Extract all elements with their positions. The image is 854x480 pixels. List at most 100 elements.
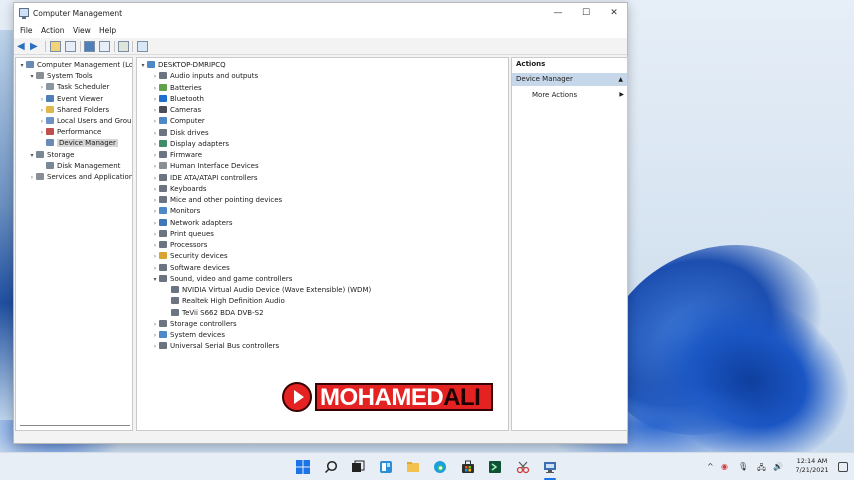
tree-item[interactable]: › Shared Folders bbox=[38, 105, 109, 116]
snipping-tool-icon[interactable] bbox=[516, 460, 530, 474]
expander-icon[interactable]: › bbox=[151, 195, 159, 206]
device-category[interactable]: › Firmware bbox=[151, 150, 202, 161]
expander-icon[interactable]: › bbox=[151, 128, 159, 139]
device-category[interactable]: › IDE ATA/ATAPI controllers bbox=[151, 173, 258, 184]
tree-item[interactable]: Device Manager bbox=[38, 138, 118, 149]
expander-icon[interactable]: › bbox=[151, 330, 159, 341]
device-category[interactable]: › Storage controllers bbox=[151, 319, 237, 330]
task-view-icon[interactable] bbox=[351, 460, 365, 474]
computer-management-taskbar-icon[interactable] bbox=[543, 460, 557, 474]
tree-root[interactable]: ▾ Computer Management (Local bbox=[18, 60, 132, 71]
expander-icon[interactable]: › bbox=[151, 319, 159, 330]
device-category[interactable]: ▾ Sound, video and game controllers bbox=[151, 274, 292, 285]
device-category[interactable]: › Security devices bbox=[151, 251, 228, 262]
menu-action[interactable]: Action bbox=[41, 26, 65, 35]
expander-icon[interactable]: › bbox=[38, 82, 46, 93]
device-category[interactable]: › System devices bbox=[151, 330, 225, 341]
tree-item[interactable]: ▾ System Tools bbox=[28, 71, 93, 82]
recording-icon[interactable]: ◉ bbox=[721, 462, 728, 471]
expander-icon[interactable]: › bbox=[151, 263, 159, 274]
expander-icon[interactable]: › bbox=[151, 184, 159, 195]
show-hidden-icons-icon[interactable]: ^ bbox=[707, 462, 714, 471]
expander-icon[interactable]: ▾ bbox=[28, 71, 36, 82]
up-folder-icon[interactable] bbox=[50, 41, 61, 52]
device-category[interactable]: › Human Interface Devices bbox=[151, 161, 259, 172]
tree-item[interactable]: ▾ Storage bbox=[28, 150, 74, 161]
expander-icon[interactable]: › bbox=[151, 83, 159, 94]
expander-icon[interactable]: › bbox=[151, 94, 159, 105]
expander-icon[interactable]: ▾ bbox=[139, 60, 147, 71]
expander-icon[interactable]: › bbox=[151, 71, 159, 82]
device-category[interactable]: › Mice and other pointing devices bbox=[151, 195, 282, 206]
expander-icon[interactable]: › bbox=[151, 229, 159, 240]
device-category[interactable]: › Audio inputs and outputs bbox=[151, 71, 258, 82]
expander-icon[interactable]: › bbox=[151, 161, 159, 172]
microphone-icon[interactable]: 🎙 bbox=[738, 462, 748, 471]
expander-icon[interactable]: › bbox=[28, 172, 36, 183]
show-hide-tree-icon[interactable] bbox=[65, 41, 76, 52]
properties-icon[interactable] bbox=[99, 41, 110, 52]
expander-icon[interactable]: › bbox=[151, 116, 159, 127]
tree-item[interactable]: Disk Management bbox=[38, 161, 120, 172]
terminal-app-icon[interactable] bbox=[488, 460, 502, 474]
device-category[interactable]: › Batteries bbox=[151, 83, 202, 94]
collapse-caret-icon[interactable]: ▲ bbox=[618, 73, 623, 86]
title-bar[interactable]: Computer Management — ☐ ✕ bbox=[14, 3, 627, 23]
expander-icon[interactable]: › bbox=[151, 206, 159, 217]
menu-view[interactable]: View bbox=[73, 26, 91, 35]
tree-item[interactable]: › Event Viewer bbox=[38, 94, 103, 105]
expander-icon[interactable]: › bbox=[151, 218, 159, 229]
device-category[interactable]: › Print queues bbox=[151, 229, 214, 240]
start-icon[interactable] bbox=[296, 460, 310, 474]
expander-icon[interactable]: › bbox=[151, 105, 159, 116]
store-icon[interactable] bbox=[461, 460, 475, 474]
maximize-button[interactable]: ☐ bbox=[572, 3, 600, 23]
expander-icon[interactable]: › bbox=[151, 150, 159, 161]
help-icon[interactable] bbox=[84, 41, 95, 52]
device-category[interactable]: › Computer bbox=[151, 116, 205, 127]
menu-file[interactable]: File bbox=[20, 26, 33, 35]
print-icon[interactable] bbox=[118, 41, 129, 52]
device-category[interactable]: TeVii S662 BDA DVB-S2 bbox=[163, 308, 264, 319]
device-category[interactable]: › Disk drives bbox=[151, 128, 209, 139]
expander-icon[interactable]: › bbox=[38, 94, 46, 105]
device-category[interactable]: NVIDIA Virtual Audio Device (Wave Extens… bbox=[163, 285, 371, 296]
file-explorer-icon[interactable] bbox=[406, 460, 420, 474]
tree-item[interactable]: › Task Scheduler bbox=[38, 82, 109, 93]
tree-item[interactable]: › Local Users and Groups bbox=[38, 116, 132, 127]
device-category[interactable]: › Software devices bbox=[151, 263, 230, 274]
expander-icon[interactable]: ▾ bbox=[151, 274, 159, 285]
device-category[interactable]: › Cameras bbox=[151, 105, 201, 116]
device-category[interactable]: › Monitors bbox=[151, 206, 200, 217]
edge-icon[interactable] bbox=[433, 460, 447, 474]
volume-icon[interactable]: 🔊 bbox=[773, 462, 783, 471]
device-category[interactable]: › Display adapters bbox=[151, 139, 229, 150]
search-icon[interactable] bbox=[324, 460, 338, 474]
back-icon[interactable]: ◀ bbox=[17, 41, 28, 52]
forward-icon[interactable]: ▶ bbox=[30, 41, 41, 52]
expander-icon[interactable]: › bbox=[38, 127, 46, 138]
tree-item[interactable]: › Services and Applications bbox=[28, 172, 132, 183]
network-icon[interactable]: 🖧 bbox=[757, 462, 766, 476]
clock[interactable]: 12:14 AM 7/21/2021 bbox=[792, 457, 832, 475]
expander-icon[interactable]: ▾ bbox=[18, 60, 26, 71]
minimize-button[interactable]: — bbox=[544, 3, 572, 23]
device-category[interactable]: › Network adapters bbox=[151, 218, 233, 229]
device-category[interactable]: › Universal Serial Bus controllers bbox=[151, 341, 279, 352]
monitor-icon[interactable] bbox=[137, 41, 148, 52]
actions-section-device-manager[interactable]: Device Manager ▲ bbox=[512, 73, 627, 86]
close-button[interactable]: ✕ bbox=[600, 3, 628, 23]
expander-icon[interactable]: › bbox=[151, 251, 159, 262]
device-category[interactable]: › Processors bbox=[151, 240, 207, 251]
expander-icon[interactable]: › bbox=[151, 341, 159, 352]
device-category[interactable]: › Bluetooth bbox=[151, 94, 204, 105]
device-category[interactable]: Realtek High Definition Audio bbox=[163, 296, 285, 307]
more-actions-item[interactable]: More Actions ▶ bbox=[532, 89, 624, 101]
expander-icon[interactable]: › bbox=[38, 116, 46, 127]
notifications-icon[interactable] bbox=[838, 462, 848, 472]
tree-item[interactable]: › Performance bbox=[38, 127, 101, 138]
expander-icon[interactable]: ▾ bbox=[28, 150, 36, 161]
device-category[interactable]: › Keyboards bbox=[151, 184, 207, 195]
menu-help[interactable]: Help bbox=[99, 26, 116, 35]
widgets-icon[interactable] bbox=[379, 460, 393, 474]
